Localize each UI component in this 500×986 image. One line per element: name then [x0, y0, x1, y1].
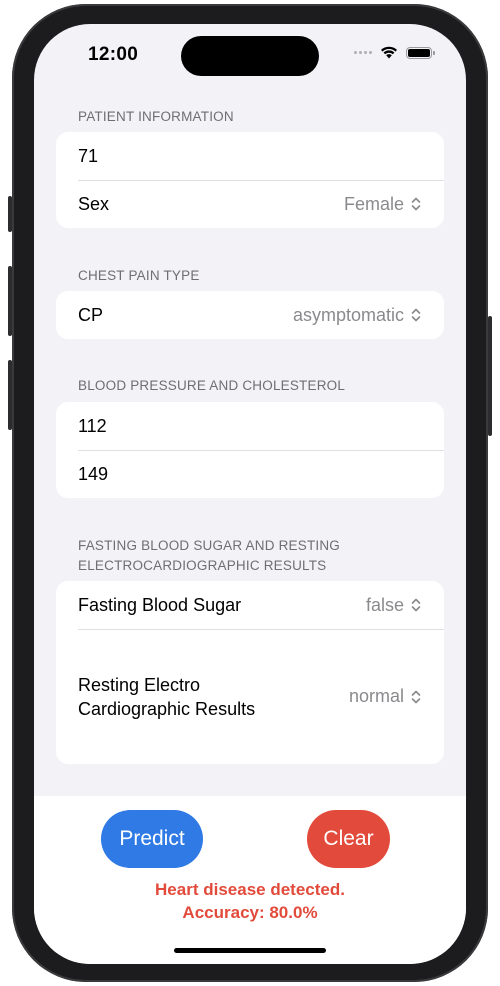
ecg-value-container: normal [349, 686, 422, 707]
volume-down-button [8, 360, 12, 430]
status-bar: 12:00 [34, 24, 466, 84]
fasting-blood-sugar-picker[interactable]: Fasting Blood Sugar false [56, 581, 444, 629]
resting-ecg-label: Resting Electro Cardiographic Results [78, 673, 255, 721]
sex-value-container: Female [344, 194, 422, 215]
fasting-blood-sugar-value: false [365, 594, 404, 615]
fasting-group: Fasting Blood Sugar false Resting Electr… [56, 581, 444, 764]
blood-pressure-value: 112 [78, 416, 107, 436]
volume-up-button [8, 266, 12, 336]
resting-ecg-label-line2: Cardiographic Results [78, 698, 256, 719]
sex-value: Female [343, 193, 404, 214]
chevron-up-down-icon [411, 598, 421, 612]
age-value: 71 [78, 146, 99, 166]
chevron-up-down-icon [411, 308, 421, 322]
section-header-blood: BLOOD PRESSURE AND CHOLESTEROL [78, 378, 346, 393]
clear-button[interactable]: Clear [307, 810, 390, 868]
fasting-blood-sugar-label: Fasting Blood Sugar [78, 595, 242, 615]
chevron-up-down-icon [411, 197, 421, 211]
resting-ecg-picker[interactable]: Resting Electro Cardiographic Results no… [56, 629, 444, 764]
result-accuracy: Accuracy: 80.0% [182, 903, 318, 922]
chevron-up-down-icon [411, 690, 421, 703]
status-icons [354, 46, 435, 59]
cholesterol-field[interactable]: 149 [56, 450, 444, 498]
chest-pain-group: CP asymptomatic [56, 291, 444, 339]
app-screen: 12:00 PATIENT INFORMATION 71 Sex Female [34, 24, 466, 964]
status-time: 12:00 [88, 44, 139, 65]
cp-picker[interactable]: CP asymptomatic [56, 291, 444, 339]
sex-label: Sex [78, 194, 110, 214]
power-button [488, 316, 492, 436]
signal-dots-icon [354, 51, 372, 54]
predict-button[interactable]: Predict [101, 810, 203, 868]
section-header-chest-pain: CHEST PAIN TYPE [78, 268, 200, 283]
section-header-fasting: FASTING BLOOD SUGAR AND RESTING ELECTROC… [78, 538, 340, 573]
action-area: Predict Clear Heart disease detected. Ac… [34, 796, 466, 964]
cp-label: CP [78, 305, 104, 325]
blood-pressure-field[interactable]: 112 [56, 402, 444, 450]
blood-group: 112 149 [56, 402, 444, 498]
patient-group: 71 Sex Female [56, 132, 444, 228]
cp-value-container: asymptomatic [293, 305, 422, 326]
action-button [8, 196, 12, 232]
age-field[interactable]: 71 [56, 132, 444, 180]
section-header-patient: PATIENT INFORMATION [78, 109, 234, 124]
resting-ecg-value: normal [348, 686, 404, 706]
cholesterol-value: 149 [78, 464, 109, 484]
home-indicator [174, 948, 326, 953]
battery-icon [406, 46, 435, 59]
resting-ecg-label-line1: Resting Electro [78, 674, 201, 695]
dynamic-island [181, 36, 319, 76]
sex-picker[interactable]: Sex Female [56, 180, 444, 228]
fbs-value-container: false [366, 595, 422, 616]
result-message: Heart disease detected. [155, 880, 345, 899]
cp-value: asymptomatic [292, 304, 404, 325]
wifi-icon [381, 46, 397, 59]
